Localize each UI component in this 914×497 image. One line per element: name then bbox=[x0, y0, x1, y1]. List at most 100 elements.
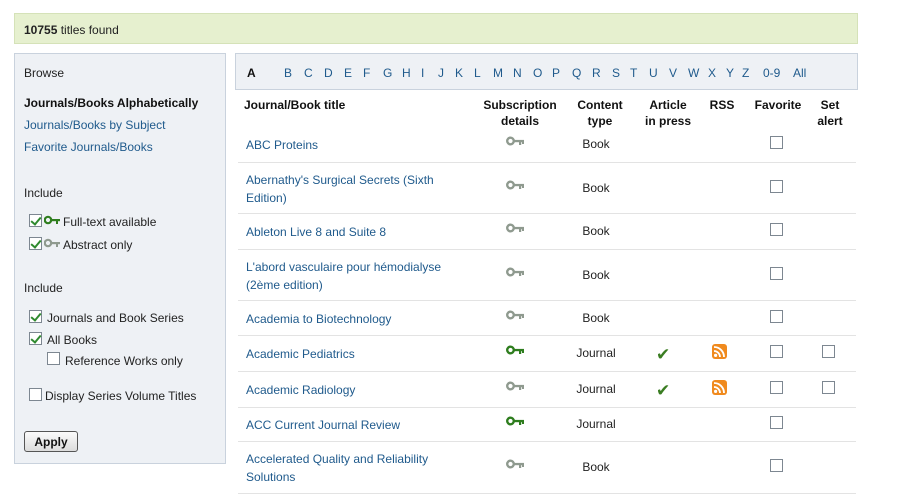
alphabet-letter-k[interactable]: K bbox=[455, 66, 463, 80]
table-row: Academic Radiology Journal ✔ bbox=[238, 372, 856, 408]
title-link[interactable]: Ableton Live 8 and Suite 8 bbox=[246, 223, 466, 241]
title-link[interactable]: Academia to Biotechnology bbox=[246, 310, 466, 328]
alphabet-letter-r[interactable]: R bbox=[592, 66, 601, 80]
alphabet-letter-m[interactable]: M bbox=[493, 66, 503, 80]
title-line: (2ème edition) bbox=[246, 278, 323, 292]
alphabet-letter-all[interactable]: All bbox=[793, 66, 806, 80]
display-series-label: Display Series Volume Titles bbox=[45, 389, 197, 403]
apply-button[interactable]: Apply bbox=[24, 431, 78, 452]
title-line: Solutions bbox=[246, 470, 296, 484]
content-type: Journal bbox=[576, 346, 616, 360]
favorite-checkbox[interactable] bbox=[770, 223, 783, 236]
alphabet-letter-f[interactable]: F bbox=[363, 66, 370, 80]
content-type: Book bbox=[582, 181, 610, 195]
rss-icon[interactable] bbox=[712, 380, 727, 395]
header-subscription-line1: Subscription bbox=[483, 98, 557, 112]
header-content-type: Content type bbox=[568, 97, 632, 129]
alphabet-letter-p[interactable]: P bbox=[552, 66, 560, 80]
table-row: Ableton Live 8 and Suite 8 Book bbox=[238, 214, 856, 250]
alphabet-letter-d[interactable]: D bbox=[324, 66, 333, 80]
alphabet-letter-u[interactable]: U bbox=[649, 66, 658, 80]
alphabet-letter-c[interactable]: C bbox=[304, 66, 313, 80]
alphabet-letter-i[interactable]: I bbox=[421, 66, 424, 80]
alphabet-letter-s[interactable]: S bbox=[612, 66, 620, 80]
full-text-label: Full-text available bbox=[63, 215, 157, 229]
alphabet-letter-a[interactable]: A bbox=[247, 66, 256, 80]
header-content-type-line1: Content bbox=[577, 98, 623, 112]
table-row: Academia to Biotechnology Book bbox=[238, 301, 856, 336]
key-icon bbox=[506, 381, 524, 391]
favorite-checkbox[interactable] bbox=[770, 345, 783, 358]
favorite-checkbox[interactable] bbox=[770, 267, 783, 280]
alphabet-letter-w[interactable]: W bbox=[688, 66, 699, 80]
key-icon bbox=[506, 459, 524, 469]
alphabet-letter-j[interactable]: J bbox=[438, 66, 444, 80]
title-line: L'abord vasculaire pour hémodialyse bbox=[246, 260, 442, 274]
alphabet-letter-b[interactable]: B bbox=[284, 66, 292, 80]
favorite-checkbox[interactable] bbox=[770, 310, 783, 323]
key-icon bbox=[506, 416, 524, 426]
alphabet-letter-v[interactable]: V bbox=[669, 66, 677, 80]
title-link[interactable]: L'abord vasculaire pour hémodialyse (2ème… bbox=[246, 258, 466, 294]
results-count: 10755 bbox=[24, 23, 58, 37]
title-link[interactable]: ACC Current Journal Review bbox=[246, 416, 466, 434]
content-type: Journal bbox=[576, 382, 616, 396]
alphabet-letter-n[interactable]: N bbox=[513, 66, 522, 80]
all-books-checkbox[interactable] bbox=[29, 332, 42, 345]
favorite-checkbox[interactable] bbox=[770, 381, 783, 394]
journals-series-checkbox[interactable] bbox=[29, 310, 42, 323]
alphabet-letter-h[interactable]: H bbox=[402, 66, 411, 80]
title-line: ACC Current Journal Review bbox=[246, 418, 401, 432]
alphabet-letter-e[interactable]: E bbox=[344, 66, 352, 80]
alphabet-letter-q[interactable]: Q bbox=[572, 66, 581, 80]
title-line: Academic Radiology bbox=[246, 383, 356, 397]
title-link[interactable]: ABC Proteins bbox=[246, 136, 466, 154]
favorite-checkbox[interactable] bbox=[770, 136, 783, 149]
rss-icon[interactable] bbox=[712, 344, 727, 359]
set-alert-checkbox[interactable] bbox=[822, 345, 835, 358]
alphabet-letter-l[interactable]: L bbox=[474, 66, 481, 80]
alphabet-letter-t[interactable]: T bbox=[630, 66, 637, 80]
browse-heading: Browse bbox=[24, 66, 65, 80]
header-article-in-press: Article in press bbox=[636, 97, 700, 129]
favorite-checkbox[interactable] bbox=[770, 459, 783, 472]
header-favorite: Favorite bbox=[754, 98, 802, 112]
set-alert-checkbox[interactable] bbox=[822, 381, 835, 394]
title-link[interactable]: Academic Radiology bbox=[246, 381, 466, 399]
key-icon bbox=[506, 136, 524, 146]
title-line: Accelerated Quality and Reliability bbox=[246, 452, 429, 466]
alphabet-letter-0-9[interactable]: 0-9 bbox=[763, 66, 780, 80]
checkmark-icon: ✔ bbox=[656, 345, 671, 364]
title-line: Academic Pediatrics bbox=[246, 347, 355, 361]
alphabet-letter-x[interactable]: X bbox=[708, 66, 716, 80]
alphabet-letter-z[interactable]: Z bbox=[742, 66, 749, 80]
reference-works-checkbox[interactable] bbox=[47, 352, 60, 365]
include-heading: Include bbox=[24, 186, 63, 200]
title-link[interactable]: Accelerated Quality and Reliability Solut… bbox=[246, 450, 466, 486]
content-type: Book bbox=[582, 311, 610, 325]
display-series-checkbox[interactable] bbox=[29, 388, 42, 401]
abstract-only-checkbox[interactable] bbox=[29, 237, 42, 250]
results-summary: 10755 titles found bbox=[14, 13, 858, 44]
content-type: Book bbox=[582, 460, 610, 474]
alphabet-letter-g[interactable]: G bbox=[383, 66, 392, 80]
table-row: Academic Pediatrics Journal ✔ bbox=[238, 336, 856, 372]
header-title: Journal/Book title bbox=[244, 98, 346, 112]
key-icon bbox=[44, 238, 60, 248]
title-line: ABC Proteins bbox=[246, 138, 319, 152]
favorite-journals-link[interactable]: Favorite Journals/Books bbox=[24, 140, 153, 154]
table-row: ABC Proteins Book bbox=[238, 126, 856, 163]
full-text-checkbox[interactable] bbox=[29, 214, 42, 227]
browse-alphabetically-link[interactable]: Journals/Books Alphabetically bbox=[24, 96, 198, 110]
alphabet-letter-o[interactable]: O bbox=[533, 66, 542, 80]
favorite-checkbox[interactable] bbox=[770, 180, 783, 193]
abstract-only-label: Abstract only bbox=[63, 238, 133, 252]
key-icon bbox=[44, 215, 60, 225]
title-line: Ableton Live 8 and Suite 8 bbox=[246, 225, 387, 239]
browse-by-subject-link[interactable]: Journals/Books by Subject bbox=[24, 118, 165, 132]
title-link[interactable]: Abernathy's Surgical Secrets (Sixth Editi… bbox=[246, 171, 466, 207]
title-line: Academia to Biotechnology bbox=[246, 312, 392, 326]
favorite-checkbox[interactable] bbox=[770, 416, 783, 429]
alphabet-letter-y[interactable]: Y bbox=[726, 66, 734, 80]
title-link[interactable]: Academic Pediatrics bbox=[246, 345, 466, 363]
